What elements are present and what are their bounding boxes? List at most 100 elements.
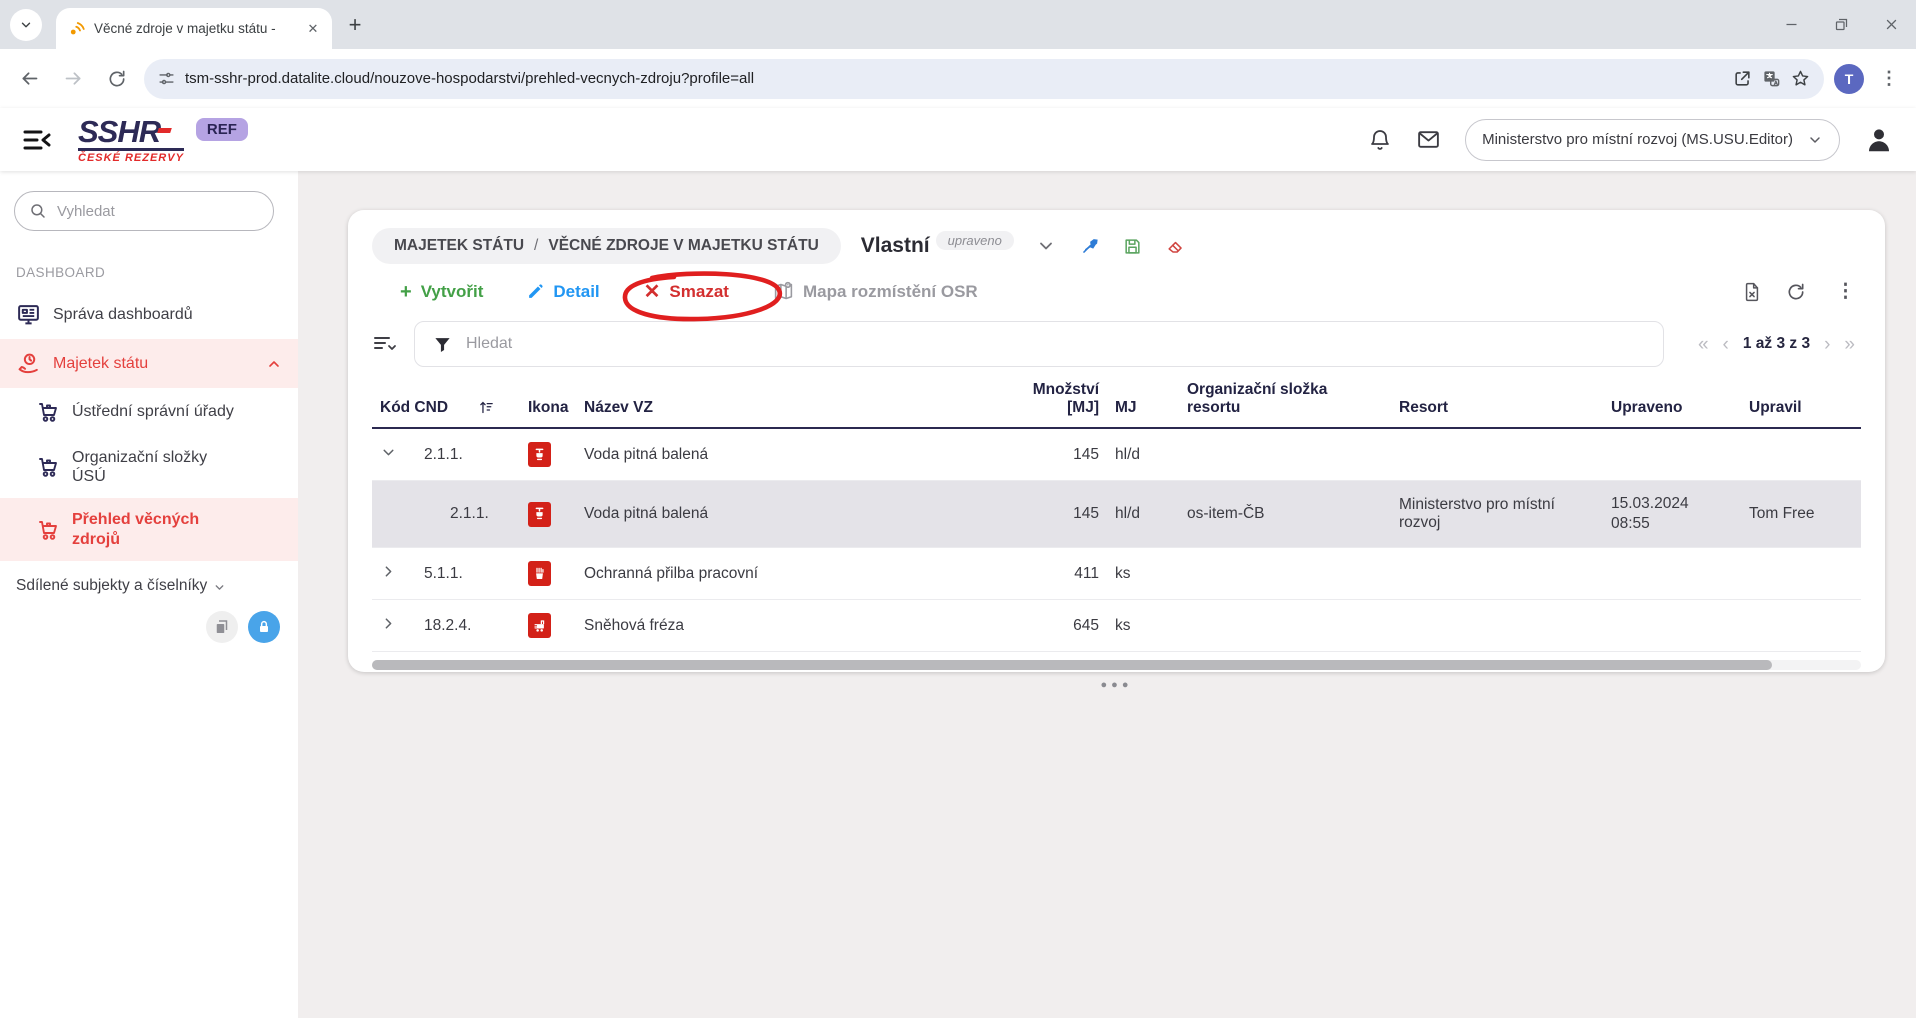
column-header-resort[interactable]: Resort bbox=[1391, 379, 1603, 428]
tab-search-chevron-icon[interactable] bbox=[10, 9, 42, 41]
column-header-kod-cnd[interactable]: Kód CND bbox=[372, 379, 520, 428]
table-row[interactable]: 2.1.1.Voda pitná balená145hl/d bbox=[372, 428, 1861, 481]
sidebar-item-label: Přehled věcných zdrojů bbox=[72, 510, 232, 548]
table-row[interactable]: 5.1.1.Ochranná přilba pracovní411ks bbox=[372, 548, 1861, 600]
map-osr-button[interactable]: Mapa rozmístění OSR bbox=[773, 281, 978, 302]
back-icon[interactable] bbox=[12, 62, 46, 96]
last-page-icon[interactable]: » bbox=[1844, 335, 1855, 354]
more-options-icon[interactable]: ⋮ bbox=[1830, 280, 1861, 303]
pagination: « ‹ 1 až 3 z 3 › » bbox=[1698, 335, 1861, 354]
table-row[interactable]: 2.1.1.Voda pitná balená145hl/dos-item-ČB… bbox=[372, 481, 1861, 548]
browser-tab[interactable]: Věcné zdroje v majetku státu - ✕ bbox=[56, 8, 332, 49]
first-page-icon[interactable]: « bbox=[1698, 335, 1709, 354]
logo-red-dash bbox=[157, 128, 172, 133]
previous-page-icon[interactable]: ‹ bbox=[1723, 335, 1729, 354]
cell-updated bbox=[1603, 428, 1741, 481]
organization-dropdown-value: Ministerstvo pro místní rozvoj (MS.USU.E… bbox=[1482, 131, 1793, 148]
sort-icon[interactable] bbox=[478, 399, 495, 416]
new-tab-button[interactable]: + bbox=[340, 10, 370, 40]
site-settings-icon[interactable] bbox=[158, 70, 175, 87]
table-row[interactable]: 18.2.4.Sněhová fréza645ks bbox=[372, 600, 1861, 652]
cell-code: 2.1.1. bbox=[416, 428, 520, 481]
sidebar-item-sdilene-subjekty[interactable]: Sdílené subjekty a číselníky bbox=[0, 561, 298, 601]
column-header-mnozstvi-mj[interactable]: Množství [MJ] bbox=[995, 379, 1107, 428]
column-header-upraveno[interactable]: Upraveno bbox=[1603, 379, 1741, 428]
organization-dropdown[interactable]: Ministerstvo pro místní rozvoj (MS.USU.E… bbox=[1465, 119, 1840, 161]
breadcrumb-root[interactable]: MAJETEK STÁTU bbox=[394, 237, 524, 255]
table-search-input[interactable] bbox=[466, 335, 1645, 353]
sidebar-item-prehled-vecnych-zdroju[interactable]: Přehled věcných zdrojů bbox=[0, 498, 298, 560]
cell-code: 5.1.1. bbox=[416, 548, 520, 600]
row-expander-right-icon[interactable] bbox=[380, 563, 397, 580]
x-icon: ✕ bbox=[644, 282, 661, 302]
assets-hand-icon bbox=[16, 351, 41, 376]
profile-chevron-down-icon[interactable] bbox=[1036, 236, 1056, 256]
sidebar-search[interactable] bbox=[14, 191, 274, 231]
notifications-bell-icon[interactable] bbox=[1368, 128, 1392, 152]
column-settings-icon[interactable] bbox=[372, 332, 398, 356]
breadcrumb-separator: / bbox=[534, 237, 538, 255]
delete-button[interactable]: ✕ Smazat bbox=[644, 282, 729, 302]
window-close-button[interactable] bbox=[1866, 0, 1916, 49]
detail-button[interactable]: Detail bbox=[527, 282, 599, 302]
profile-state-badge: upraveno bbox=[936, 231, 1014, 250]
table-search[interactable] bbox=[414, 321, 1664, 367]
row-expander-right-icon[interactable] bbox=[380, 615, 397, 632]
column-header-nazev-vz[interactable]: Název VZ bbox=[576, 379, 995, 428]
create-button[interactable]: + Vytvořit bbox=[400, 282, 483, 302]
content-card: MAJETEK STÁTU / VĚCNÉ ZDROJE V MAJETKU S… bbox=[348, 210, 1885, 672]
column-header-organizacni-slozka-resortu[interactable]: Organizační složka resortu bbox=[1179, 379, 1391, 428]
cell-quantity: 145 bbox=[995, 428, 1107, 481]
cell-quantity: 145 bbox=[995, 481, 1107, 548]
app-logo[interactable]: SSHR ČESKÉ REZERVY REF bbox=[78, 116, 248, 164]
pencil-icon bbox=[527, 283, 544, 300]
chevron-down-icon bbox=[213, 581, 226, 594]
map-osr-button-label: Mapa rozmístění OSR bbox=[803, 282, 978, 302]
tab-close-icon[interactable]: ✕ bbox=[304, 20, 322, 38]
helmet-icon bbox=[528, 561, 551, 586]
cell-code: 2.1.1. bbox=[416, 481, 520, 548]
lock-icon[interactable] bbox=[248, 611, 280, 643]
column-header-mj[interactable]: MJ bbox=[1107, 379, 1179, 428]
cell-updated bbox=[1603, 548, 1741, 600]
sidebar-search-input[interactable] bbox=[57, 203, 259, 220]
scrollbar-thumb[interactable] bbox=[372, 660, 1772, 670]
window-restore-button[interactable] bbox=[1816, 0, 1866, 49]
next-page-icon[interactable]: › bbox=[1824, 335, 1830, 354]
messages-envelope-icon[interactable] bbox=[1416, 127, 1441, 152]
browser-profile-avatar[interactable]: T bbox=[1834, 64, 1864, 94]
cell-org-unit bbox=[1179, 428, 1391, 481]
sidebar-collapse-icon[interactable] bbox=[22, 127, 52, 153]
browser-menu-icon[interactable]: ⋮ bbox=[1874, 68, 1904, 89]
column-header-ikona[interactable]: Ikona bbox=[520, 379, 576, 428]
cell-quantity: 645 bbox=[995, 600, 1107, 652]
window-minimize-button[interactable] bbox=[1766, 0, 1816, 49]
pin-icon[interactable] bbox=[1080, 237, 1099, 256]
sidebar-item-ustredni-spravni-urady[interactable]: Ústřední správní úřady bbox=[0, 388, 298, 436]
card-expand-dots[interactable]: ●●● bbox=[372, 679, 1861, 691]
bookmark-star-icon[interactable] bbox=[1791, 69, 1810, 88]
column-header-upravil[interactable]: Upravil bbox=[1741, 379, 1861, 428]
user-avatar-icon[interactable] bbox=[1864, 125, 1894, 155]
reload-icon[interactable] bbox=[100, 62, 134, 96]
sidebar-item-majetek-statu[interactable]: Majetek státu bbox=[0, 339, 298, 388]
omnibox[interactable] bbox=[144, 59, 1824, 99]
breadcrumb[interactable]: MAJETEK STÁTU / VĚCNÉ ZDROJE V MAJETKU S… bbox=[372, 228, 841, 264]
translate-icon[interactable] bbox=[1762, 69, 1781, 88]
search-icon bbox=[29, 202, 47, 220]
chevron-up-icon[interactable] bbox=[266, 356, 282, 372]
open-in-new-icon[interactable] bbox=[1733, 69, 1752, 88]
export-file-icon[interactable] bbox=[1742, 282, 1762, 302]
profile-name[interactable]: Vlastní bbox=[861, 234, 930, 258]
sidebar-item-sprava-dashboardu[interactable]: Správa dashboardů bbox=[0, 290, 298, 339]
forward-icon[interactable] bbox=[56, 62, 90, 96]
table-header-row: Kód CNDIkonaNázev VZMnožství [MJ]MJOrgan… bbox=[372, 379, 1861, 428]
copy-pages-icon[interactable] bbox=[206, 611, 238, 643]
row-expander-down-icon[interactable] bbox=[380, 444, 397, 461]
eraser-icon[interactable] bbox=[1166, 237, 1185, 256]
sidebar-item-organizacni-slozky-usu[interactable]: Organizační složky ÚSÚ bbox=[0, 436, 298, 498]
url-input[interactable] bbox=[185, 70, 1723, 87]
breadcrumb-current: VĚCNÉ ZDROJE V MAJETKU STÁTU bbox=[548, 237, 818, 255]
refresh-icon[interactable] bbox=[1786, 282, 1806, 302]
save-icon[interactable] bbox=[1123, 237, 1142, 256]
